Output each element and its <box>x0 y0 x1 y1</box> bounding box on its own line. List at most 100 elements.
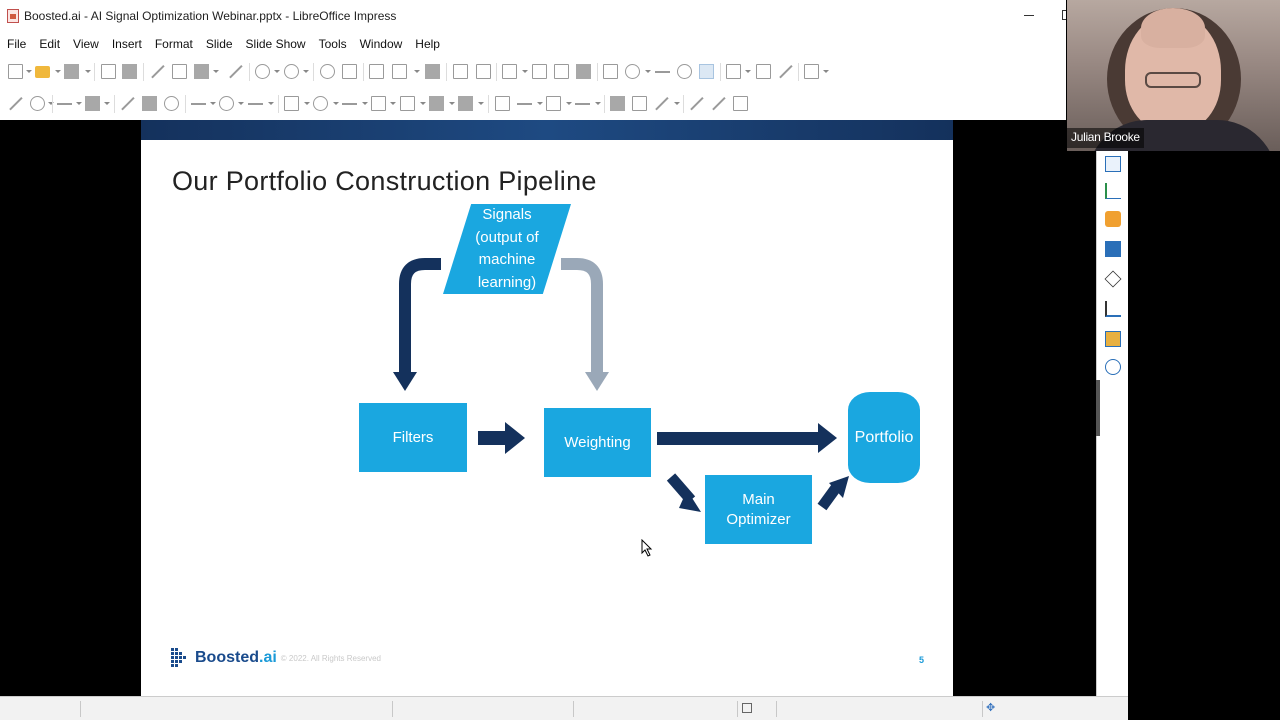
menu-view[interactable]: View <box>73 37 99 51</box>
media-icon[interactable] <box>554 64 569 79</box>
signals-parallelogram[interactable]: Signals (output of machine learning) <box>443 204 571 294</box>
main-optimizer-line-1: Main <box>742 490 775 508</box>
distribute-icon[interactable] <box>575 96 590 111</box>
gallery-icon[interactable] <box>1105 331 1121 347</box>
lines-arrows-icon[interactable] <box>191 96 206 111</box>
zoom-icon[interactable] <box>30 96 45 111</box>
filter-icon[interactable] <box>654 96 669 111</box>
menu-edit[interactable]: Edit <box>39 37 60 51</box>
undo-icon[interactable] <box>255 64 270 79</box>
master-slides-icon[interactable] <box>1105 241 1121 257</box>
open-folder-icon[interactable] <box>35 66 50 78</box>
main-optimizer-line-2: Optimizer <box>726 510 791 528</box>
callouts-icon[interactable] <box>400 96 415 111</box>
toggle-extrusion-icon[interactable] <box>733 96 748 111</box>
stars-icon[interactable] <box>429 96 444 111</box>
image-icon[interactable] <box>532 64 547 79</box>
animation-icon[interactable] <box>1105 211 1121 227</box>
3d-objects-icon[interactable] <box>458 96 473 111</box>
fontwork-icon[interactable] <box>655 64 670 79</box>
menu-window[interactable]: Window <box>360 37 403 51</box>
copyright-text: © 2022. All Rights Reserved <box>280 653 381 663</box>
flowchart-icon[interactable] <box>371 96 386 111</box>
new-document-icon[interactable] <box>8 64 23 79</box>
find-replace-icon[interactable] <box>320 64 335 79</box>
ellipse-icon[interactable] <box>164 96 179 111</box>
clone-formatting-icon[interactable] <box>228 64 243 79</box>
paste-icon[interactable] <box>194 64 209 79</box>
block-arrows-icon[interactable] <box>342 96 357 111</box>
points-icon[interactable] <box>689 96 704 111</box>
main-optimizer-box[interactable]: Main Optimizer <box>705 475 812 544</box>
redo-icon[interactable] <box>284 64 299 79</box>
navigator-icon[interactable] <box>1105 359 1121 375</box>
title-bar: Boosted.ai - AI Signal Optimization Webi… <box>0 0 1066 32</box>
filters-box[interactable]: Filters <box>359 403 467 472</box>
save-icon[interactable] <box>64 64 79 79</box>
line-color-icon[interactable] <box>57 96 72 111</box>
properties-icon[interactable] <box>1105 156 1121 172</box>
basic-shapes-icon[interactable] <box>284 96 299 111</box>
hyperlink-icon[interactable] <box>677 64 692 79</box>
connectors-icon[interactable] <box>248 96 263 111</box>
show-draw-functions-icon[interactable] <box>699 64 714 79</box>
rectangle-icon[interactable] <box>142 96 157 111</box>
status-bar: ✥ <box>0 696 1128 720</box>
weighting-box[interactable]: Weighting <box>544 408 651 477</box>
delete-icon[interactable] <box>778 64 793 79</box>
maximize-button[interactable] <box>1062 10 1066 20</box>
glue-points-icon[interactable] <box>711 96 726 111</box>
export-pdf-icon[interactable] <box>101 64 116 79</box>
styles-icon[interactable] <box>1105 301 1121 317</box>
menu-tools[interactable]: Tools <box>319 37 347 51</box>
cut-icon[interactable] <box>150 64 165 79</box>
table-icon[interactable] <box>502 64 517 79</box>
webcam-participant-name: Julian Brooke <box>1067 128 1144 148</box>
fill-color-icon[interactable] <box>85 96 100 111</box>
standard-toolbar <box>0 56 1066 88</box>
menu-insert[interactable]: Insert <box>112 37 142 51</box>
display-views-icon[interactable] <box>392 64 407 79</box>
select-arrow-icon[interactable] <box>8 96 23 111</box>
curves-icon[interactable] <box>219 96 234 111</box>
signals-line-4: learning) <box>477 273 537 291</box>
print-icon[interactable] <box>122 64 137 79</box>
portfolio-shape[interactable]: Portfolio <box>848 392 920 483</box>
arrange-order-icon[interactable] <box>546 96 561 111</box>
more-options-icon[interactable] <box>804 64 819 79</box>
insert-line-icon[interactable] <box>120 96 135 111</box>
mouse-cursor-icon <box>641 539 653 557</box>
align-objects-icon[interactable] <box>726 64 741 79</box>
shapes-icon[interactable] <box>1104 270 1122 288</box>
signals-line-3: machine <box>478 251 536 268</box>
shadow-icon[interactable] <box>610 96 625 111</box>
chart-icon[interactable] <box>576 64 591 79</box>
fit-slide-icon[interactable]: ✥ <box>986 703 997 714</box>
symbol-shapes-icon[interactable] <box>313 96 328 111</box>
start-first-slide-icon[interactable] <box>453 64 468 79</box>
align-icon[interactable] <box>517 96 532 111</box>
slide-transition-icon[interactable] <box>1105 183 1121 199</box>
master-slide-icon[interactable] <box>425 64 440 79</box>
minimize-button[interactable] <box>1022 8 1036 22</box>
copy-icon[interactable] <box>172 64 187 79</box>
start-current-slide-icon[interactable] <box>476 64 491 79</box>
menu-slide[interactable]: Slide <box>206 37 233 51</box>
document-modified-icon[interactable] <box>742 703 752 713</box>
menu-help[interactable]: Help <box>415 37 440 51</box>
spelling-icon[interactable] <box>342 64 357 79</box>
sidebar-collapse-handle[interactable] <box>1096 380 1100 436</box>
display-grid-icon[interactable] <box>369 64 384 79</box>
crop-icon[interactable] <box>632 96 647 111</box>
arrange-icon[interactable] <box>756 64 771 79</box>
webcam-video-overlay: Julian Brooke <box>1067 0 1280 151</box>
slide-canvas[interactable]: Our Portfolio Construction Pipeline Sign… <box>141 120 953 696</box>
menu-slide-show[interactable]: Slide Show <box>246 37 306 51</box>
logo-text-part2: .ai <box>259 649 277 666</box>
text-box-icon[interactable] <box>603 64 618 79</box>
menu-file[interactable]: File <box>7 37 26 51</box>
boosted-logo-mark-icon <box>171 646 189 670</box>
menu-format[interactable]: Format <box>155 37 193 51</box>
special-character-icon[interactable] <box>625 64 640 79</box>
rotate-icon[interactable] <box>495 96 510 111</box>
